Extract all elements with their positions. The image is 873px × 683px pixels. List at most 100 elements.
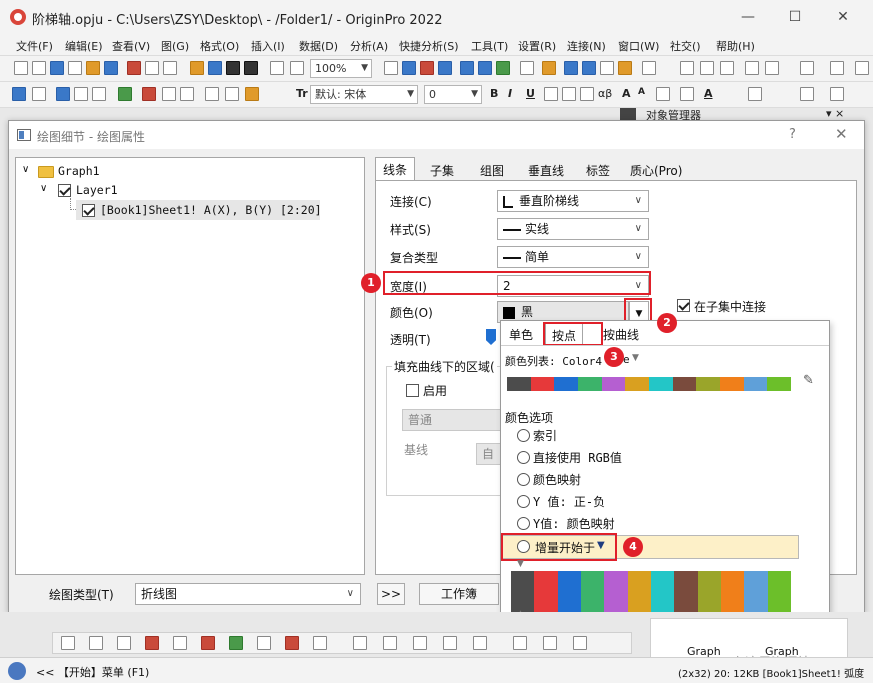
script-window-icon[interactable] (496, 61, 510, 75)
column-plot-icon[interactable] (145, 636, 159, 650)
group-icon[interactable] (162, 87, 176, 101)
subscript-icon[interactable] (562, 87, 576, 101)
radio-index[interactable] (517, 429, 530, 442)
tab-label[interactable]: 标签 (579, 159, 617, 181)
workbook-button[interactable]: 工作簿 (419, 583, 499, 605)
underline-button[interactable]: U (526, 87, 535, 100)
3d-plot-icon[interactable] (353, 636, 367, 650)
new-folder-icon[interactable] (32, 61, 46, 75)
tab-line[interactable]: 线条 (375, 157, 416, 181)
toolbar-overflow-icon-3[interactable] (855, 61, 869, 75)
print-icon[interactable] (384, 61, 398, 75)
menu-file[interactable]: 文件(F) (16, 38, 53, 54)
dialog-close-button[interactable]: ✕ (835, 125, 848, 143)
worksheet-icon[interactable] (12, 87, 26, 101)
chevron-down-icon[interactable]: ▼ (632, 353, 639, 363)
color-swatch[interactable] (650, 571, 675, 615)
color-swatch[interactable] (534, 571, 558, 615)
paste-icon[interactable] (245, 87, 259, 101)
menu-data[interactable]: 数据(D) (299, 38, 338, 54)
color-swatch[interactable] (604, 571, 628, 615)
toolbar-overflow-icon-2[interactable] (830, 61, 844, 75)
composite-type-dropdown[interactable]: 简单 ∨ (497, 246, 649, 268)
polar-plot-icon[interactable] (257, 636, 271, 650)
open-folder-icon[interactable] (190, 61, 204, 75)
expand-button[interactable]: >> (377, 583, 405, 605)
menu-social[interactable]: 社交() (670, 38, 701, 54)
multi-panel-icon[interactable] (413, 636, 427, 650)
menu-edit[interactable]: 编辑(E) (65, 38, 103, 54)
menu-tools[interactable]: 工具(T) (471, 38, 508, 54)
menu-settings[interactable]: 设置(R) (518, 38, 556, 54)
chevron-down-icon[interactable]: ∨ (22, 164, 29, 175)
color-swatch[interactable] (580, 571, 605, 615)
transparency-slider-thumb[interactable] (486, 329, 496, 345)
recent-files-icon[interactable] (163, 61, 177, 75)
tab-centroid[interactable]: 质心(Pro) (623, 159, 689, 181)
radio-colormap[interactable] (517, 473, 530, 486)
menu-graph[interactable]: 图(G) (161, 38, 189, 54)
menu-format[interactable]: 格式(O) (200, 38, 239, 54)
tab-group[interactable]: 组图 (473, 159, 511, 181)
data-reader-icon[interactable] (542, 61, 556, 75)
panel-pin-close[interactable]: ▾ ⨯ (826, 107, 844, 120)
merge-graph-icon[interactable] (513, 636, 527, 650)
color-swatch[interactable] (674, 571, 698, 615)
close-button[interactable]: ✕ (820, 5, 866, 29)
line-symbol-icon[interactable] (117, 636, 131, 650)
font-decrease-button[interactable]: A (638, 87, 645, 97)
bold-button[interactable]: B (490, 87, 498, 100)
line-plot-icon[interactable] (61, 636, 75, 650)
image-plot-icon[interactable] (473, 636, 487, 650)
tree-node-plot[interactable]: [Book1]Sheet1! A(X), B(Y) [2:20] (100, 203, 322, 217)
new-project-icon[interactable] (14, 61, 28, 75)
radio-y-colormap[interactable] (517, 517, 530, 530)
statistics-plot-icon[interactable] (173, 636, 187, 650)
open-template-icon[interactable] (145, 61, 159, 75)
layout-icon[interactable] (443, 636, 457, 650)
column-icon[interactable] (32, 87, 46, 101)
layer-checkbox[interactable] (58, 184, 71, 197)
greek-button[interactable]: αβ (598, 87, 612, 100)
code-builder-icon[interactable] (520, 61, 534, 75)
arrange-icon[interactable] (142, 87, 156, 101)
style-dropdown[interactable]: 实线 ∨ (497, 218, 649, 240)
pattern-icon[interactable] (680, 87, 694, 101)
menu-view[interactable]: 查看(V) (112, 38, 150, 54)
plot-checkbox[interactable] (82, 204, 95, 217)
maximize-button[interactable]: ☐ (772, 5, 818, 29)
font-color-button[interactable]: A (704, 87, 713, 100)
color-swatch[interactable] (767, 571, 791, 615)
export-icon[interactable] (402, 61, 416, 75)
fill-color-icon[interactable] (748, 87, 762, 101)
new-function-icon[interactable] (104, 61, 118, 75)
menu-insert[interactable]: 插入(I) (251, 38, 285, 54)
connect-in-subset-checkbox[interactable] (677, 299, 690, 312)
screen-reader-icon[interactable] (564, 61, 578, 75)
new-matrix-icon[interactable] (86, 61, 100, 75)
enable-fill-checkbox[interactable] (406, 384, 419, 397)
toolbar-overflow-icon-7[interactable] (573, 636, 587, 650)
save-template-icon[interactable] (244, 61, 258, 75)
increment-color-palette[interactable] (511, 571, 791, 615)
plot-type-dropdown[interactable]: 折线图 ∨ (135, 583, 361, 605)
scroll-up-icon[interactable]: ▼ (517, 559, 524, 569)
minimize-button[interactable]: — (725, 5, 771, 29)
popup-tab-by-curves[interactable]: 按曲线 (597, 323, 645, 345)
learn-icon[interactable] (618, 61, 632, 75)
duplicate-icon[interactable] (290, 61, 304, 75)
data-display-icon[interactable] (582, 61, 596, 75)
ungroup-icon[interactable] (180, 87, 194, 101)
cut-icon[interactable] (205, 87, 219, 101)
contour-plot-icon[interactable] (383, 636, 397, 650)
toolbar-overflow-icon[interactable] (800, 61, 814, 75)
menu-window[interactable]: 窗口(W) (618, 38, 659, 54)
status-start-menu[interactable]: << 【开始】菜单 (F1) (36, 664, 149, 680)
italic-button[interactable]: I (508, 87, 512, 100)
refresh-icon[interactable] (270, 61, 284, 75)
copy-page-icon[interactable] (420, 61, 434, 75)
new-workbook-icon[interactable] (50, 61, 64, 75)
help-button[interactable]: ? (789, 127, 796, 142)
results-log-icon[interactable] (478, 61, 492, 75)
histogram-icon[interactable] (745, 61, 759, 75)
